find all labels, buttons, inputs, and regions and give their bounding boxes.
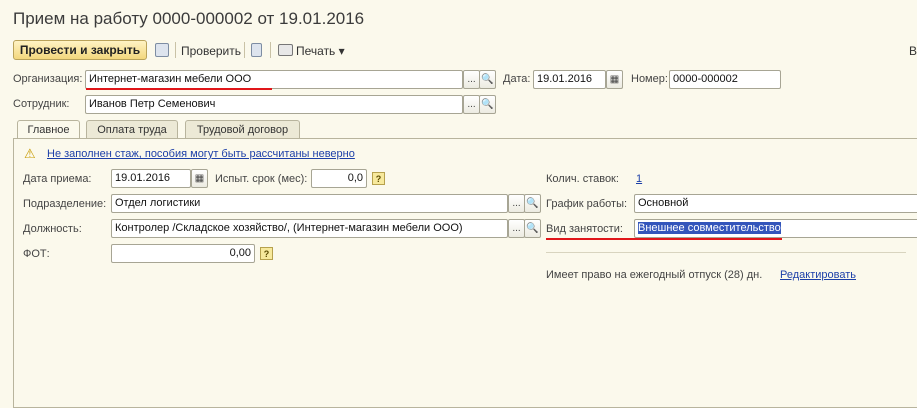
- fot-label: ФОТ:: [23, 248, 50, 260]
- employment-type-label: Вид занятости:: [546, 223, 623, 235]
- toolbar-separator: [244, 42, 245, 58]
- check-button[interactable]: Проверить: [181, 44, 241, 58]
- employee-select-button[interactable]: ...: [463, 95, 480, 114]
- date-label: Дата:: [503, 73, 531, 85]
- date-field[interactable]: 19.01.2016: [533, 70, 606, 89]
- position-select-button[interactable]: ...: [508, 219, 525, 238]
- position-label: Должность:: [23, 223, 82, 235]
- schedule-label: График работы:: [546, 198, 628, 210]
- toolbar-separator: [175, 42, 176, 58]
- calendar-icon[interactable]: ▦: [606, 70, 623, 89]
- hire-date-label: Дата приема:: [23, 173, 92, 185]
- organization-field[interactable]: Интернет-магазин мебели ООО: [85, 70, 463, 89]
- department-search-icon[interactable]: 🔍: [524, 194, 541, 213]
- department-field[interactable]: Отдел логистики: [111, 194, 508, 213]
- employee-label: Сотрудник:: [13, 98, 70, 110]
- organization-select-button[interactable]: ...: [463, 70, 480, 89]
- print-button[interactable]: Печать ▾: [296, 44, 345, 58]
- number-field[interactable]: 0000-000002: [669, 70, 781, 89]
- tab-employment-contract[interactable]: Трудовой договор: [185, 120, 300, 138]
- employee-search-icon[interactable]: 🔍: [479, 95, 496, 114]
- help-icon[interactable]: ?: [260, 247, 273, 260]
- rates-label: Колич. ставок:: [546, 173, 619, 185]
- probation-field[interactable]: 0,0: [311, 169, 367, 188]
- post-and-close-button[interactable]: Провести и закрыть: [13, 40, 147, 60]
- vacation-text: Имеет право на ежегодный отпуск (28) дн.: [546, 269, 763, 281]
- rates-link[interactable]: 1: [636, 173, 642, 185]
- employment-type-value: Внешнее совместительство: [638, 222, 781, 234]
- position-search-icon[interactable]: 🔍: [524, 219, 541, 238]
- warning-link[interactable]: Не заполнен стаж, пособия могут быть рас…: [47, 148, 355, 160]
- toolbar-overflow-label[interactable]: В: [909, 44, 917, 58]
- list-icon[interactable]: [251, 43, 262, 57]
- employment-type-field[interactable]: Внешнее совместительство: [634, 219, 917, 238]
- calendar-icon[interactable]: ▦: [191, 169, 208, 188]
- department-select-button[interactable]: ...: [508, 194, 525, 213]
- organization-search-icon[interactable]: 🔍: [479, 70, 496, 89]
- page-title: Прием на работу 0000-000002 от 19.01.201…: [13, 9, 365, 28]
- annotation-underline: [86, 88, 272, 90]
- warning-icon: ⚠: [24, 146, 36, 161]
- position-field[interactable]: Контролер /Складское хозяйство/, (Интерн…: [111, 219, 508, 238]
- help-icon[interactable]: ?: [372, 172, 385, 185]
- divider: [546, 252, 906, 253]
- fot-field[interactable]: 0,00: [111, 244, 255, 263]
- tab-main[interactable]: Главное: [17, 120, 80, 139]
- edit-vacation-link[interactable]: Редактировать: [780, 269, 856, 281]
- annotation-underline: [546, 238, 782, 240]
- toolbar-separator: [270, 42, 271, 58]
- organization-label: Организация:: [13, 73, 83, 85]
- hire-date-field[interactable]: 19.01.2016: [111, 169, 191, 188]
- probation-label: Испыт. срок (мес):: [215, 173, 308, 185]
- number-label: Номер:: [631, 73, 668, 85]
- save-icon[interactable]: [155, 43, 169, 57]
- printer-icon[interactable]: [278, 44, 293, 56]
- department-label: Подразделение:: [23, 198, 107, 210]
- tab-payment[interactable]: Оплата труда: [86, 120, 178, 138]
- schedule-field[interactable]: Основной: [634, 194, 917, 213]
- employee-field[interactable]: Иванов Петр Семенович: [85, 95, 463, 114]
